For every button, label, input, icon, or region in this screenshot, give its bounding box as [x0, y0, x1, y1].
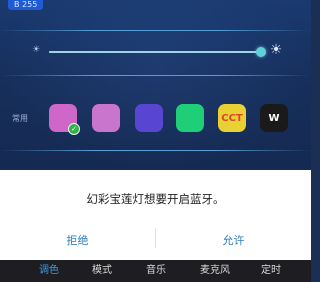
brightness-slider[interactable]: [49, 47, 266, 57]
selected-check-icon: ✓: [68, 123, 80, 135]
bluetooth-dialog: 幻彩宝莲灯想要开启蓝牙。 拒绝 允许: [0, 170, 311, 260]
sun-small-icon: ☀: [31, 45, 41, 55]
color-swatch[interactable]: CCT: [218, 104, 246, 132]
color-swatch[interactable]: ✓: [49, 104, 80, 135]
color-swatch[interactable]: [92, 104, 120, 132]
nav-item-mode[interactable]: 模式: [76, 260, 128, 282]
color-swatch[interactable]: [135, 104, 163, 132]
deny-button[interactable]: 拒绝: [0, 232, 155, 248]
divider-line-middle: [0, 75, 311, 76]
color-swatch-label: W: [268, 112, 280, 124]
brightness-slider-thumb[interactable]: [256, 47, 266, 57]
color-swatch[interactable]: [176, 104, 204, 132]
nav-item-color[interactable]: 调色: [23, 260, 75, 282]
divider-line-bottom: [0, 150, 311, 151]
color-row-label: 常用: [12, 114, 28, 123]
status-badge: B 255: [8, 0, 44, 10]
nav-item-microphone[interactable]: 麦克风: [183, 260, 247, 282]
divider-line-top: [0, 30, 311, 31]
dialog-message: 幻彩宝莲灯想要开启蓝牙。: [86, 192, 225, 206]
color-swatch[interactable]: W: [260, 104, 288, 132]
color-swatch-label: CCT: [221, 112, 243, 124]
app-background: B 255 ☀ ☀ 常用 ✓ CCT W: [0, 0, 311, 170]
sun-large-icon: ☀: [269, 42, 283, 58]
allow-button[interactable]: 允许: [156, 232, 311, 248]
background-glow: [0, 0, 311, 170]
nav-item-music[interactable]: 音乐: [130, 260, 182, 282]
bottom-nav: 调色 模式 音乐 麦克风 定时: [0, 260, 311, 282]
nav-item-timer[interactable]: 定时: [245, 260, 297, 282]
brightness-slider-fill: [49, 51, 261, 53]
